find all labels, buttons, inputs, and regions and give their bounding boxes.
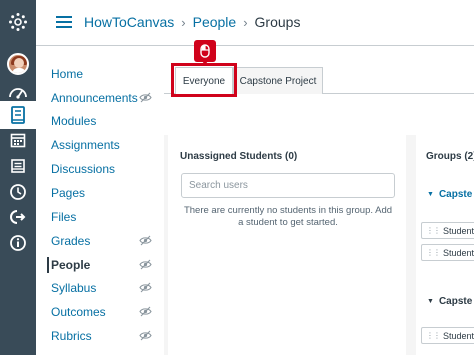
canvas-logo-icon[interactable] (0, 8, 36, 36)
mouse-click-icon (194, 40, 216, 65)
inbox-icon[interactable] (0, 152, 36, 180)
drag-handle-icon: ⋮⋮ (426, 226, 441, 235)
course-nav-label: Files (51, 210, 77, 224)
global-nav (0, 0, 36, 355)
course-nav-label: Grades (51, 234, 91, 248)
calendar-icon[interactable] (0, 126, 36, 154)
courses-icon[interactable] (0, 101, 36, 129)
student-card[interactable]: ⋮⋮ Student 1 (421, 222, 474, 239)
course-nav-label: Home (51, 67, 84, 81)
course-nav-item-pages[interactable]: Pages (51, 182, 164, 204)
unassigned-title: Unassigned Students (0) (180, 151, 298, 162)
caret-down-icon: ▼ (427, 191, 434, 198)
empty-state-message: There are currently no students in this … (183, 205, 393, 228)
hidden-eye-icon (139, 282, 152, 293)
course-nav-item-assignments[interactable]: Assignments (51, 134, 164, 156)
course-nav-item-home[interactable]: Home (51, 63, 164, 85)
tab-highlight-box (171, 63, 237, 97)
avatar (7, 53, 29, 75)
search-users-input[interactable]: Search users (181, 173, 395, 198)
course-nav-label: People (51, 258, 91, 272)
student-name: Student 3 (443, 330, 474, 341)
course-nav-label: Syllabus (51, 281, 97, 295)
course-nav-item-syllabus[interactable]: Syllabus (51, 277, 164, 299)
course-nav-label: Assignments (51, 138, 120, 152)
breadcrumb-course-link[interactable]: HowToCanvas (84, 14, 174, 30)
course-nav-item-rubrics[interactable]: Rubrics (51, 325, 164, 347)
breadcrumb-current: Groups (254, 14, 301, 30)
course-nav-label: Discussions (51, 162, 116, 176)
course-nav-label: Rubrics (51, 329, 92, 343)
breadcrumb-separator: › (243, 14, 248, 30)
student-card[interactable]: ⋮⋮ Student 3 (421, 327, 474, 344)
course-nav-label: Announcements (51, 91, 138, 105)
hidden-eye-icon (139, 259, 152, 270)
student-card[interactable]: ⋮⋮ Student 6 (421, 244, 474, 261)
course-nav-item-announcements[interactable]: Announcements (51, 87, 164, 109)
breadcrumb: HowToCanvas › People › Groups (84, 14, 300, 30)
hidden-eye-icon (139, 92, 152, 103)
tab-label: Capstone Project (239, 75, 317, 87)
breadcrumb-separator: › (181, 14, 186, 30)
help-icon[interactable] (0, 229, 36, 257)
student-name: Student 1 (443, 225, 474, 236)
groups-title: Groups (2) (426, 151, 474, 162)
drag-handle-icon: ⋮⋮ (426, 331, 441, 340)
course-nav-item-outcomes[interactable]: Outcomes (51, 301, 164, 323)
course-nav-item-discussions[interactable]: Discussions (51, 158, 164, 180)
caret-down-icon: ▼ (427, 298, 434, 305)
group-name: Capste (438, 296, 473, 307)
course-nav-item-people[interactable]: People (47, 254, 164, 276)
account-avatar-icon[interactable] (0, 50, 36, 78)
page-header: HowToCanvas › People › Groups (36, 0, 474, 46)
hidden-eye-icon (139, 235, 152, 246)
drag-handle-icon: ⋮⋮ (426, 248, 441, 257)
student-name: Student 6 (443, 247, 474, 258)
hidden-eye-icon (139, 306, 152, 317)
tab-capstone-project[interactable]: Capstone Project (233, 67, 323, 94)
course-nav-label: Outcomes (51, 305, 106, 319)
course-nav-item-modules[interactable]: Modules (51, 110, 164, 132)
breadcrumb-people-link[interactable]: People (193, 14, 237, 30)
group-header[interactable]: ▼ Capste (427, 189, 472, 200)
course-nav-label: Pages (51, 186, 86, 200)
course-menu-toggle-icon[interactable] (56, 16, 72, 28)
course-nav: Home Announcements Modules Assignments D… (36, 46, 164, 355)
course-nav-label: Modules (51, 114, 97, 128)
hidden-eye-icon (139, 330, 152, 341)
course-nav-item-files[interactable]: Files (51, 206, 164, 228)
group-name: Capste (438, 189, 473, 200)
group-header[interactable]: ▼ Capste (427, 296, 472, 307)
unassigned-panel (168, 135, 406, 355)
history-icon[interactable] (0, 178, 36, 206)
commons-icon[interactable] (0, 203, 36, 231)
course-nav-item-grades[interactable]: Grades (51, 230, 164, 252)
